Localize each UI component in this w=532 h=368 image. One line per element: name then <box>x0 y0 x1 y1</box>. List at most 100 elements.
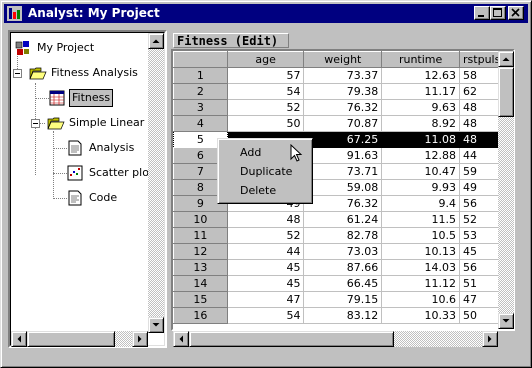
row-header[interactable]: 2 <box>173 83 228 100</box>
table-cell[interactable]: 76.32 <box>303 99 383 116</box>
row-header[interactable]: 4 <box>173 115 228 132</box>
table-cell[interactable]: 9.63 <box>381 99 461 116</box>
table-cell[interactable]: 10.33 <box>381 307 461 324</box>
table-cell[interactable]: 14.03 <box>381 259 461 276</box>
document-icon <box>68 140 82 156</box>
grid-scroll-down-button[interactable] <box>498 313 514 329</box>
window-title: Analyst: My Project <box>28 6 160 20</box>
table-cell[interactable]: 10.6 <box>381 291 461 308</box>
table-cell[interactable]: 11.08 <box>381 131 461 148</box>
table-row[interactable]: 16 54 83.12 10.33 50 <box>173 307 513 324</box>
corner-header-cell[interactable] <box>173 51 228 68</box>
table-row[interactable]: 12 44 73.03 10.13 45 <box>173 243 513 260</box>
table-row[interactable]: 11 52 82.78 10.5 53 <box>173 227 513 244</box>
table-row[interactable]: 3 52 76.32 9.63 48 <box>173 99 513 116</box>
row-header[interactable]: 15 <box>173 291 228 308</box>
table-cell[interactable]: 59.08 <box>303 179 383 196</box>
project-tree[interactable]: My Project Fitness Analysis Fitness Simp… <box>11 33 148 329</box>
row-header[interactable]: 16 <box>173 307 228 324</box>
row-header[interactable]: 3 <box>173 99 228 116</box>
tree-horizontal-scroll-thumb[interactable] <box>27 331 115 347</box>
table-cell[interactable]: 9.4 <box>381 195 461 212</box>
collapse-toggle[interactable] <box>13 69 22 78</box>
grid-vertical-scroll-thumb[interactable] <box>498 67 514 117</box>
tree-scroll-up-button[interactable] <box>148 33 164 49</box>
row-header[interactable]: 1 <box>173 67 228 84</box>
table-cell[interactable]: 87.66 <box>303 259 383 276</box>
grid-scroll-up-button[interactable] <box>498 51 514 67</box>
table-cell[interactable]: 45 <box>227 275 305 292</box>
row-header[interactable]: 12 <box>173 243 228 260</box>
table-cell[interactable]: 54 <box>227 307 305 324</box>
table-cell[interactable]: 83.12 <box>303 307 383 324</box>
table-cell[interactable]: 10.47 <box>381 163 461 180</box>
title-bar[interactable]: Analyst: My Project <box>4 4 528 23</box>
table-cell[interactable]: 11.17 <box>381 83 461 100</box>
table-cell[interactable]: 54 <box>227 83 305 100</box>
table-cell[interactable]: 10.5 <box>381 227 461 244</box>
column-header-age[interactable]: age <box>226 51 305 68</box>
table-row[interactable]: 10 48 61.24 11.5 52 <box>173 211 513 228</box>
minimize-button[interactable] <box>474 6 490 20</box>
table-icon <box>49 90 65 106</box>
table-row[interactable]: 14 45 66.45 11.12 51 <box>173 275 513 292</box>
table-cell[interactable]: 73.37 <box>303 67 383 84</box>
table-cell[interactable]: 91.63 <box>303 147 383 164</box>
scrollbar-corner <box>498 331 514 347</box>
table-cell[interactable]: 12.63 <box>381 67 461 84</box>
arrow-down-icon <box>502 319 510 323</box>
analyst-window: Analyst: My Project My Project Fitness A… <box>0 0 532 368</box>
maximize-button[interactable] <box>490 6 506 20</box>
analyst-app-icon <box>7 6 22 21</box>
table-cell[interactable]: 11.12 <box>381 275 461 292</box>
table-cell[interactable]: 12.88 <box>381 147 461 164</box>
tree-scroll-left-button[interactable] <box>11 331 27 347</box>
table-cell[interactable]: 61.24 <box>303 211 383 228</box>
menu-item-duplicate[interactable]: Duplicate <box>220 162 310 181</box>
column-header-weight[interactable]: weight <box>303 51 383 68</box>
table-cell[interactable]: 8.92 <box>381 115 461 132</box>
table-cell[interactable]: 11.5 <box>381 211 461 228</box>
row-header[interactable]: 10 <box>173 211 228 228</box>
table-row[interactable]: 2 54 79.38 11.17 62 <box>173 83 513 100</box>
tree-scroll-right-button[interactable] <box>132 331 148 347</box>
grid-scroll-left-button[interactable] <box>173 331 189 347</box>
menu-item-delete[interactable]: Delete <box>220 181 310 200</box>
table-row[interactable]: 15 47 79.15 10.6 47 <box>173 291 513 308</box>
table-cell[interactable]: 48 <box>227 211 305 228</box>
table-cell[interactable]: 79.15 <box>303 291 383 308</box>
table-cell[interactable]: 73.71 <box>303 163 383 180</box>
table-cell[interactable]: 50 <box>227 115 305 132</box>
close-button[interactable] <box>508 6 524 20</box>
table-cell[interactable]: 10.13 <box>381 243 461 260</box>
grid-horizontal-scroll-thumb[interactable] <box>189 331 394 347</box>
table-cell[interactable]: 70.87 <box>303 115 383 132</box>
table-cell[interactable]: 57 <box>227 67 305 84</box>
table-cell[interactable]: 82.78 <box>303 227 383 244</box>
table-cell[interactable]: 52 <box>227 227 305 244</box>
table-cell[interactable]: 76.32 <box>303 195 383 212</box>
column-header-runtime[interactable]: runtime <box>381 51 461 68</box>
collapse-toggle[interactable] <box>31 119 40 128</box>
table-cell[interactable]: 52 <box>227 99 305 116</box>
arrow-down-icon <box>152 323 160 327</box>
row-header[interactable]: 11 <box>173 227 228 244</box>
tree-scroll-down-button[interactable] <box>148 317 164 333</box>
table-cell[interactable]: 79.38 <box>303 83 383 100</box>
table-row[interactable]: 13 45 87.66 14.03 56 <box>173 259 513 276</box>
table-cell[interactable]: 44 <box>227 243 305 260</box>
table-row[interactable]: 4 50 70.87 8.92 48 <box>173 115 513 132</box>
grid-scroll-right-button[interactable] <box>482 331 498 347</box>
table-row[interactable]: 1 57 73.37 12.63 58 <box>173 67 513 84</box>
table-cell[interactable]: 66.45 <box>303 275 383 292</box>
minimize-icon <box>478 15 484 17</box>
table-cell[interactable]: 67.25 <box>303 131 383 148</box>
table-cell[interactable]: 73.03 <box>303 243 383 260</box>
tree-vertical-scrollbar[interactable] <box>148 49 164 317</box>
table-cell[interactable]: 47 <box>227 291 305 308</box>
row-header[interactable]: 13 <box>173 259 228 276</box>
table-cell[interactable]: 9.93 <box>381 179 461 196</box>
arrow-left-icon <box>17 335 21 343</box>
table-cell[interactable]: 45 <box>227 259 305 276</box>
row-header[interactable]: 14 <box>173 275 228 292</box>
